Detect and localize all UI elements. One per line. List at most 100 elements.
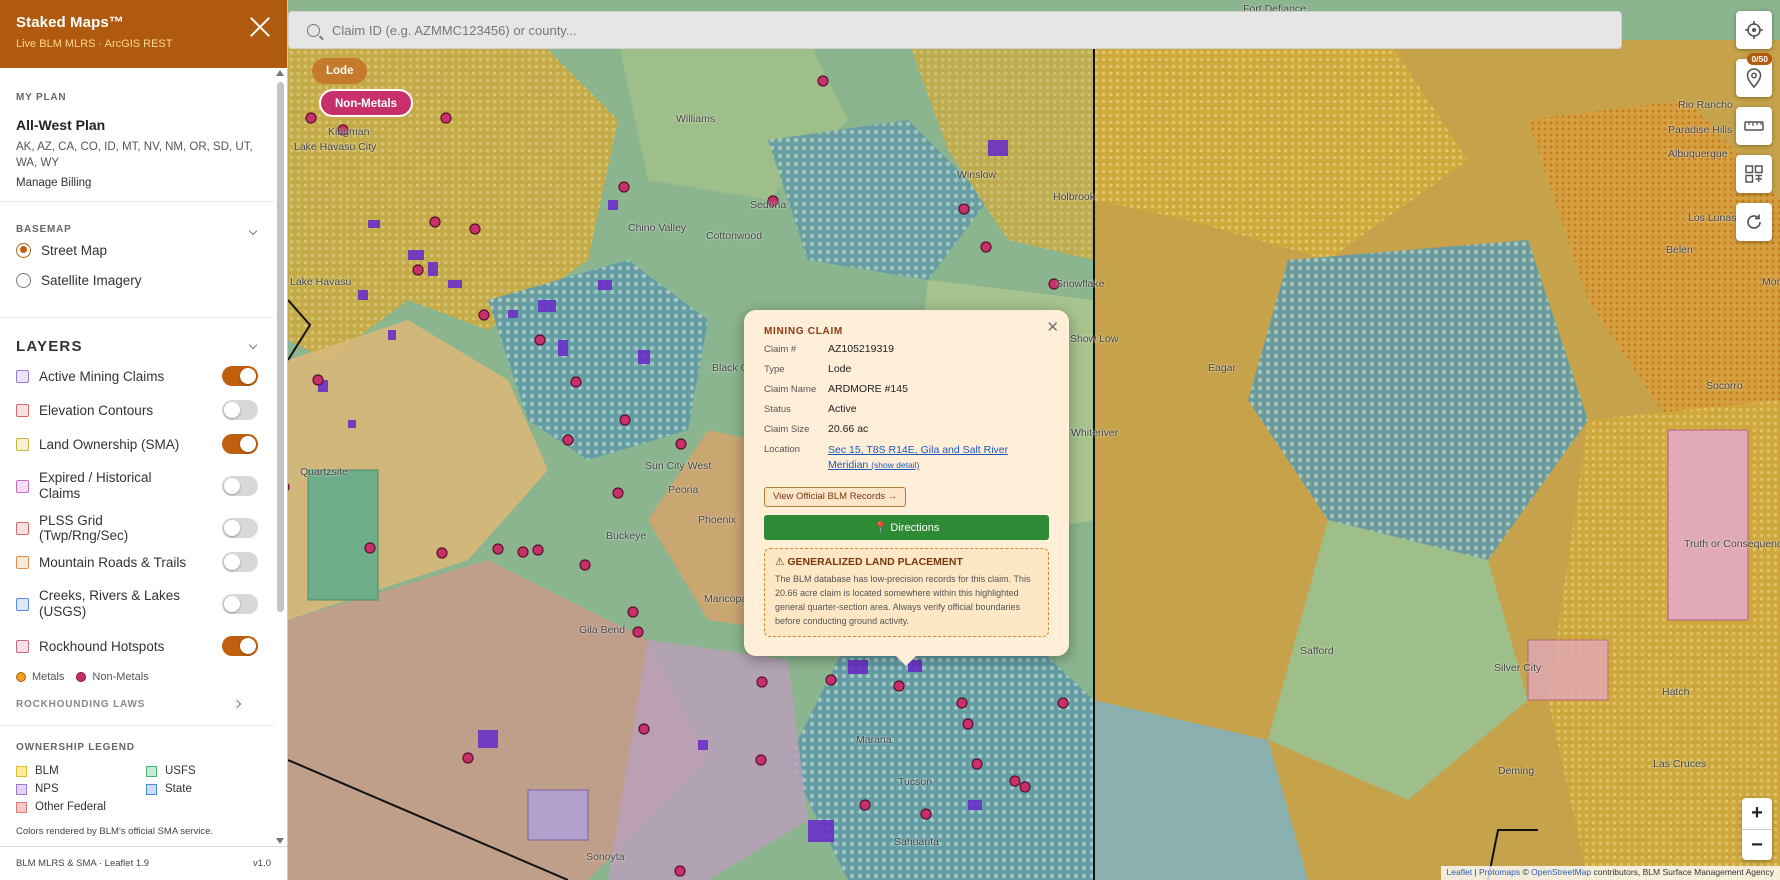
ownership-legend-section: OWNERSHIP LEGEND BLM USFS NPS State Othe… [0, 726, 274, 837]
place-label: Buckeye [606, 530, 647, 542]
layer-toggle[interactable] [222, 636, 258, 656]
sidebar-scrollbar[interactable] [276, 68, 285, 846]
place-label: Marana [856, 734, 892, 746]
layer-row[interactable]: Mountain Roads & Trails [16, 545, 258, 579]
basemap-option-satellite[interactable]: Satellite Imagery [16, 265, 258, 295]
layer-toggle[interactable] [222, 476, 258, 496]
place-label: Safford [1300, 645, 1334, 657]
measure-button[interactable] [1736, 107, 1772, 145]
place-label: Sedona [750, 199, 787, 211]
close-sidebar-icon[interactable] [249, 16, 271, 38]
layer-toggle[interactable] [222, 366, 258, 386]
zoom-out-button[interactable]: − [1742, 829, 1772, 860]
ruler-icon [1744, 121, 1764, 131]
layer-row[interactable]: Land Ownership (SMA) [16, 427, 258, 461]
basemap-option-label: Satellite Imagery [41, 272, 142, 288]
layer-toggle[interactable] [222, 400, 258, 420]
ownership-label: BLM [35, 765, 59, 777]
rockhounding-laws-expander[interactable]: ROCKHOUNDING LAWS [16, 691, 258, 717]
place-label: Kingman [328, 126, 370, 138]
sidebar: Staked Maps™ Live BLM MLRS · ArcGIS REST… [0, 0, 288, 880]
radio-selected-icon[interactable] [16, 242, 31, 258]
state-swatch [146, 783, 157, 795]
nonmetals-dot-icon [76, 672, 87, 682]
metals-dot-icon [16, 672, 26, 682]
sidebar-footer: BLM MLRS & SMA · Leaflet 1.9 v1.0 [0, 846, 287, 880]
layer-swatch [16, 437, 29, 451]
radio-unselected-icon[interactable] [16, 272, 31, 288]
plan-section: MY PLAN All-West Plan AK, AZ, CA, CO, ID… [0, 68, 274, 202]
scroll-down-arrow-icon[interactable] [276, 838, 284, 844]
layer-toggle[interactable] [222, 434, 258, 454]
layer-swatch [16, 403, 29, 417]
nonmetals-legend-label: Non-Metals [92, 671, 149, 683]
layer-row[interactable]: Creeks, Rivers & Lakes (USGS) [16, 579, 258, 629]
map-pin-icon [1746, 68, 1762, 88]
popup-close-icon[interactable]: ✕ [1046, 318, 1059, 336]
show-detail-link[interactable]: (show detail) [871, 460, 919, 470]
layer-row[interactable]: Active Mining Claims [16, 359, 258, 393]
protomaps-link[interactable]: Protomaps [1479, 867, 1520, 877]
plan-states: AK, AZ, CA, CO, ID, MT, NV, NM, OR, SD, … [16, 141, 253, 169]
claim-status-row: Status Active [764, 403, 1049, 417]
scrollbar-thumb[interactable] [277, 82, 284, 612]
place-label: Phoenix [698, 514, 736, 526]
footer-credits: BLM MLRS & SMA · Leaflet 1.9 [16, 858, 150, 869]
nonmetals-filter-chip[interactable]: Non-Metals [319, 89, 413, 117]
view-blm-records-button[interactable]: View Official BLM Records → [764, 487, 907, 507]
place-label: Winslow [957, 169, 997, 181]
lode-filter-chip[interactable]: Lode [312, 58, 368, 84]
claim-name-value: ARDMORE #145 [828, 383, 908, 395]
place-label: Las Cruces [1653, 758, 1707, 770]
saved-pins-button[interactable]: 0/50 [1736, 53, 1772, 97]
refresh-button[interactable] [1736, 203, 1772, 241]
place-label: Maricopa [704, 593, 748, 605]
claim-type-row: Type Lode [764, 363, 1049, 377]
app-title: Staked Maps™ [16, 14, 124, 31]
field-key: Claim Size [764, 424, 810, 435]
crosshair-icon [1745, 21, 1763, 39]
refresh-icon [1747, 214, 1761, 229]
osm-link[interactable]: OpenStreetMap [1531, 867, 1591, 877]
rockhounding-laws-label: ROCKHOUNDING LAWS [16, 698, 146, 710]
ownership-legend-grid: BLM USFS NPS State Other Federal [16, 765, 258, 813]
plan-section-label: MY PLAN [16, 92, 67, 103]
claim-number-row: Claim # AZ105219319 [764, 343, 1049, 357]
ownership-label: NPS [35, 783, 59, 795]
claim-search-input[interactable] [332, 22, 1232, 38]
app-subtitle: Live BLM MLRS · ArcGIS REST [16, 38, 173, 50]
leaflet-link[interactable]: Leaflet [1447, 867, 1473, 877]
place-label: Cottonwood [706, 230, 763, 242]
manage-billing-link[interactable]: Manage Billing [16, 177, 258, 189]
zoom-in-button[interactable]: + [1742, 798, 1772, 829]
ownership-label: State [165, 783, 192, 795]
map-attribution: Leaflet | Protomaps © OpenStreetMap cont… [1440, 866, 1780, 880]
location-link[interactable]: Sec 15, T8S R14E, Gila and Salt River Me… [828, 443, 1018, 473]
claim-type-value: Lode [828, 363, 852, 375]
directions-button[interactable]: 📍 Directions [764, 515, 1049, 540]
search-bar[interactable] [288, 11, 1622, 49]
layer-toggle[interactable] [222, 552, 258, 572]
basemap-option-street[interactable]: Street Map [16, 235, 258, 265]
layer-toggle[interactable] [222, 594, 258, 614]
place-label: Sahuarita [894, 836, 939, 848]
layer-label: Creeks, Rivers & Lakes (USGS) [39, 588, 181, 619]
layer-row[interactable]: Rockhound Hotspots [16, 629, 258, 663]
layer-row[interactable]: PLSS Grid (Twp/Rng/Sec) [16, 511, 258, 545]
warning-title: ⚠ GENERALIZED LAND PLACEMENT [775, 556, 963, 568]
layer-row[interactable]: Elevation Contours [16, 393, 258, 427]
map-view[interactable]: Fort Defiance Kingman Williams Sedona Chino … [288, 0, 1780, 880]
layer-row[interactable]: Expired / Historical Claims [16, 461, 258, 511]
grid-view-button[interactable] [1736, 155, 1772, 193]
place-label: Truth or Consequences [1684, 538, 1780, 550]
locate-me-button[interactable] [1736, 11, 1772, 49]
layer-label: Active Mining Claims [39, 368, 165, 384]
layer-toggle[interactable] [222, 518, 258, 538]
metals-legend-label: Metals [32, 671, 65, 683]
claim-name-row: Claim Name ARDMORE #145 [764, 383, 1049, 397]
place-label: Snowflake [1056, 278, 1105, 290]
place-label: Lake Havasu City [294, 141, 377, 153]
scroll-up-arrow-icon[interactable] [276, 70, 284, 76]
layer-label: Expired / Historical Claims [39, 470, 152, 501]
layer-swatch [16, 555, 29, 569]
